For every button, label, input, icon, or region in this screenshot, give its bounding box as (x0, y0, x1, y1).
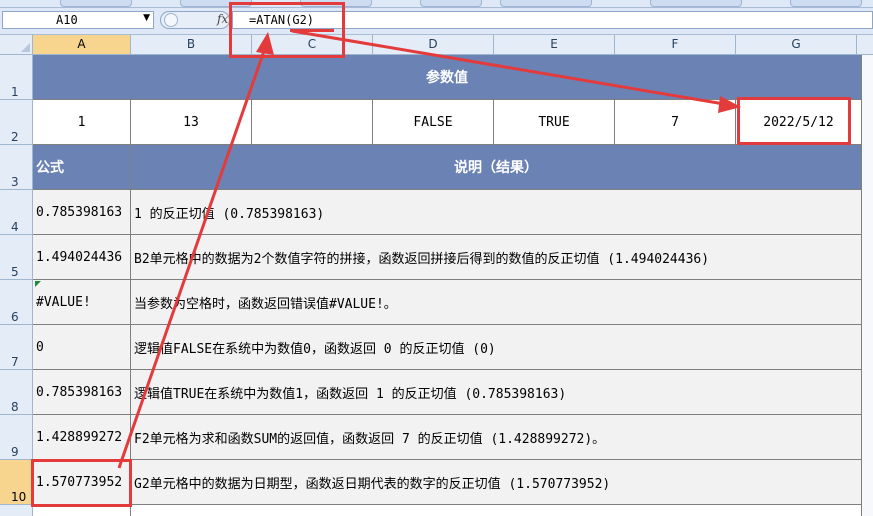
arrow-head-right-icon (718, 96, 741, 113)
arrow-head-up-icon (256, 32, 274, 55)
arrow-line-to-formula (117, 47, 267, 469)
annotation-arrows (117, 29, 741, 469)
arrow-line-to-g2 (291, 29, 725, 106)
